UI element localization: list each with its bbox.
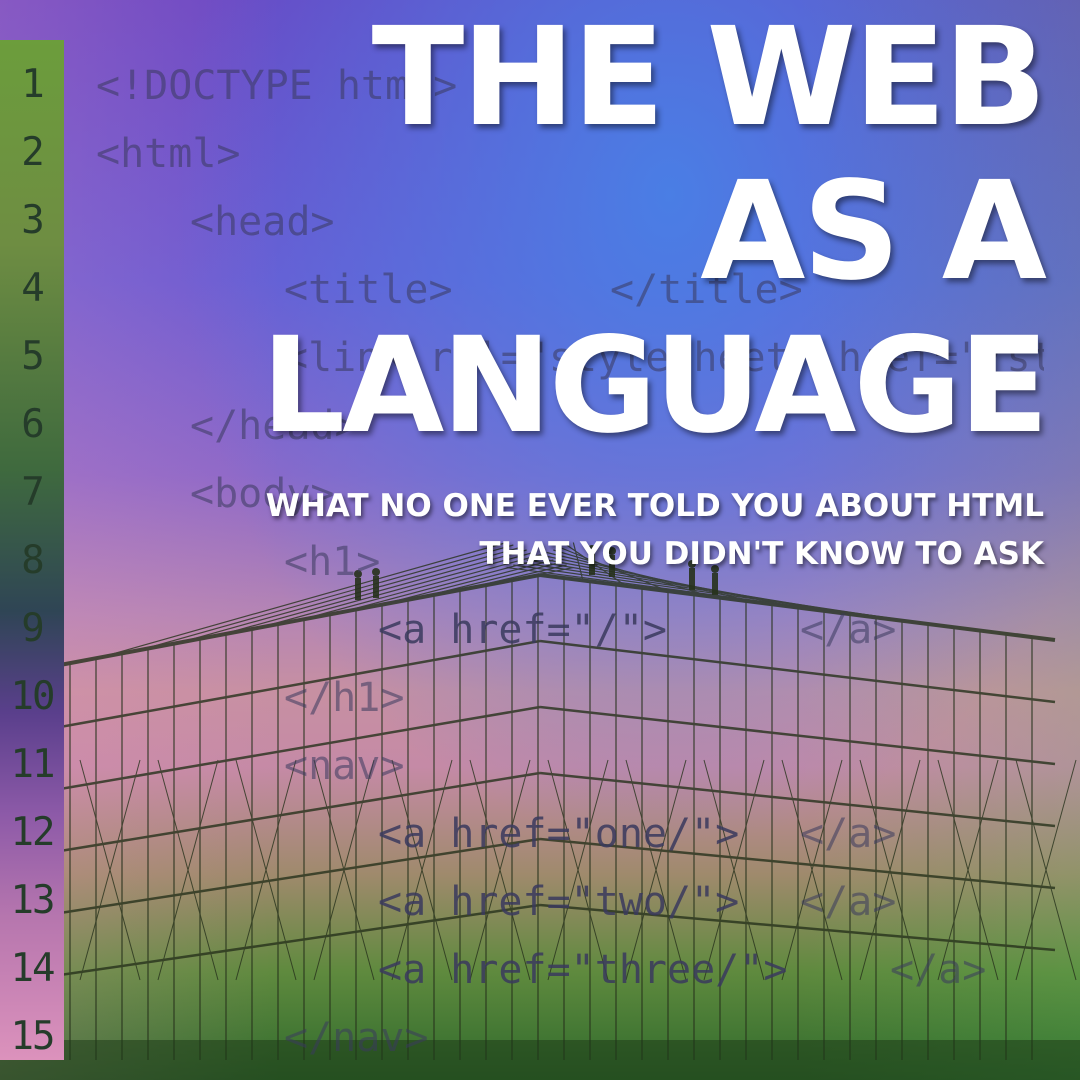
code-line-10: </h1>: [284, 675, 405, 721]
subtitle-line-2: THAT YOU DIDN'T KNOW TO ASK: [479, 536, 1044, 572]
line-number-gutter: 1 2 3 4 5 6 7 8 9 10 11 12 13 14 15: [0, 40, 64, 1060]
line-number-5: 5: [21, 334, 44, 379]
title-line-1: THE WEB: [371, 0, 1047, 157]
line-number-11: 11: [10, 742, 56, 787]
line-number-7: 7: [21, 470, 44, 515]
title-line-2: AS A: [700, 153, 1047, 311]
cover-artwork: <!DOCTYPE html> <html> <head> <title> </…: [0, 0, 1080, 1080]
line-number-8: 8: [21, 538, 44, 583]
line-number-12: 12: [10, 810, 56, 855]
code-line-15: </nav>: [284, 1015, 429, 1061]
code-line-4a: <title>: [284, 267, 453, 313]
code-line-9b: </a>: [800, 607, 897, 653]
line-number-14: 14: [10, 946, 56, 991]
code-line-3: <head>: [190, 199, 335, 245]
line-number-3: 3: [21, 198, 44, 243]
line-number-2: 2: [21, 130, 44, 175]
line-number-4: 4: [21, 266, 44, 311]
line-number-13: 13: [10, 878, 56, 923]
line-number-9: 9: [21, 606, 44, 651]
line-number-6: 6: [21, 402, 44, 447]
code-line-8: <h1>: [284, 539, 381, 585]
subtitle-line-1: WHAT NO ONE EVER TOLD YOU ABOUT HTML: [265, 488, 1044, 524]
code-line-11: <nav>: [284, 743, 405, 789]
code-line-14a: <a href="three/">: [378, 947, 788, 993]
code-line-14b: </a>: [890, 947, 987, 993]
title-line-3: LANGUAGE: [261, 309, 1049, 463]
line-number-10: 10: [10, 674, 56, 719]
code-line-13b: </a>: [800, 879, 897, 925]
code-line-13a: <a href="two/">: [378, 879, 740, 925]
code-line-12b: </a>: [800, 811, 897, 857]
line-number-1: 1: [21, 62, 44, 107]
code-line-12a: <a href="one/">: [378, 811, 740, 857]
code-line-9a: <a href="/">: [378, 607, 667, 653]
code-line-2: <html>: [96, 131, 241, 177]
line-number-15: 15: [10, 1014, 56, 1059]
